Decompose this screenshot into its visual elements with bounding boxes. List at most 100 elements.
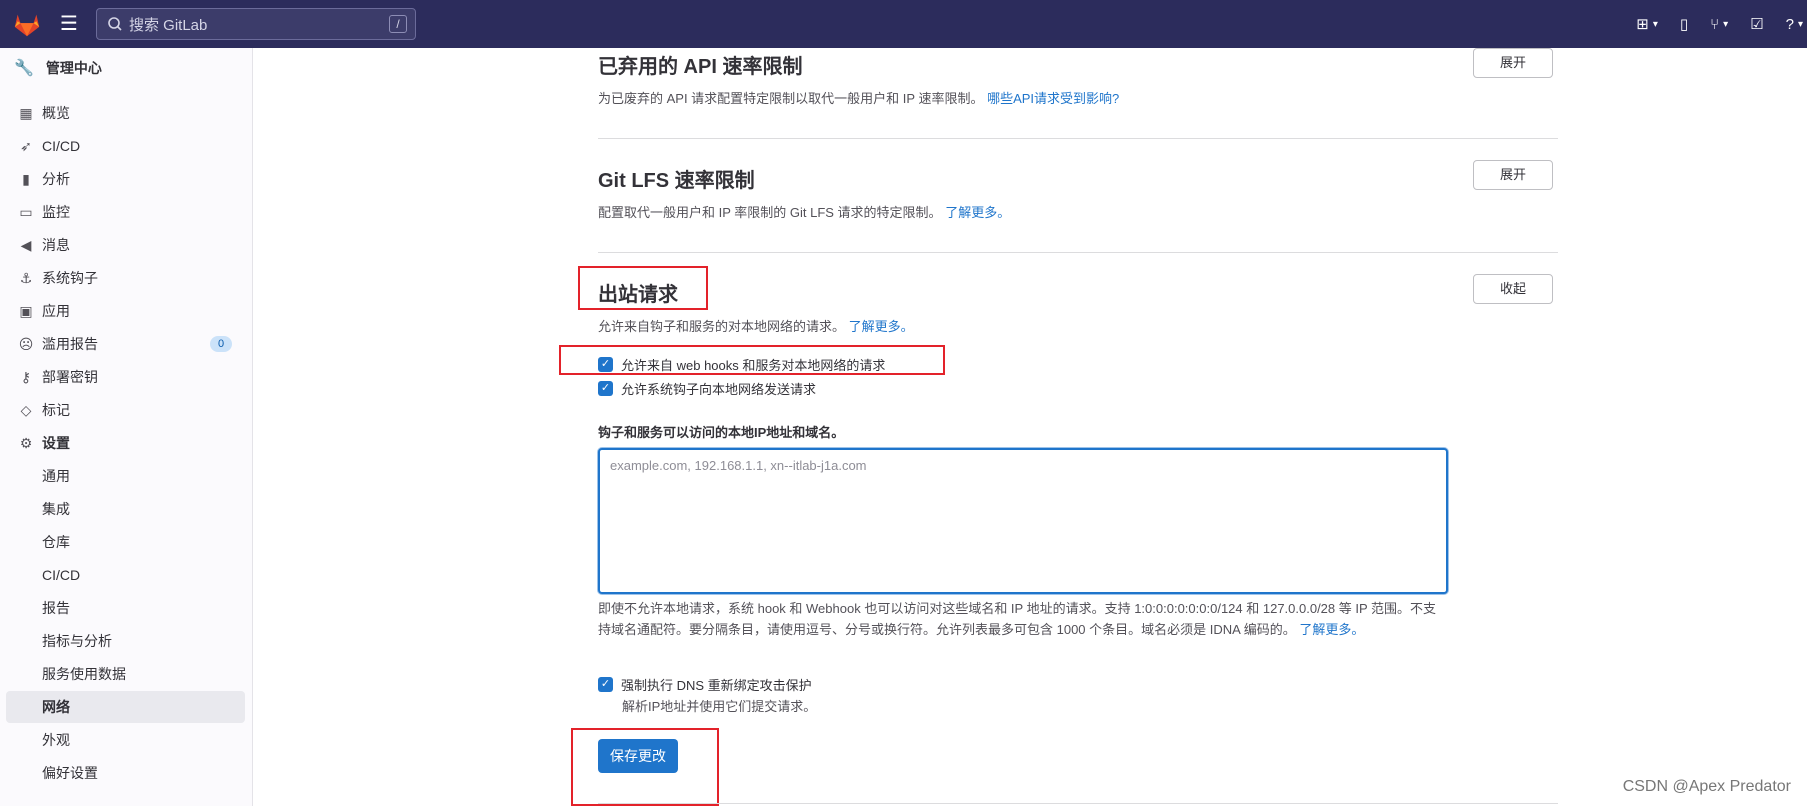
admin-sidebar: 🔧 管理中心 ▦ 概览 ➶ CI/CD ▮ 分析 ▭ 监控 ◀ 消息 ⚓ 系统钩子 ▣ 应用 … (0, 48, 253, 806)
chevron-down-icon: ▾ (1652, 18, 1658, 30)
chevron-down-icon: ▾ (1723, 18, 1729, 30)
sidebar-item-monitoring[interactable]: ▭ 监控 (18, 200, 70, 224)
search-placeholder: 搜索 GitLab (129, 16, 208, 34)
key-icon: ⚷ (20, 369, 32, 385)
sidebar-item-label: CI/CD (42, 138, 81, 154)
chevron-down-icon: ▾ (1797, 18, 1803, 30)
git-lfs-desc: 配置取代一般用户和 IP 率限制的 Git LFS 请求的特定限制。 了解更多。 (598, 202, 1010, 221)
collapse-outbound-button[interactable]: 收起 (1473, 274, 1553, 304)
search-input[interactable]: 搜索 GitLab / (96, 8, 416, 40)
annotation-highlight-box (571, 728, 719, 806)
sidebar-item-label: 设置 (42, 435, 70, 451)
checkbox-label: 强制执行 DNS 重新绑定攻击保护 (621, 678, 812, 693)
monitor-icon: ▭ (19, 204, 33, 220)
create-new-button[interactable]: ⊞ ▾ (1636, 15, 1658, 33)
tag-icon: ◇ (20, 402, 32, 418)
deprecated-api-title: 已弃用的 API 速率限制 (598, 56, 803, 78)
todo-check-icon: ☑ (1750, 16, 1764, 33)
gitlab-logo-icon[interactable] (12, 9, 42, 39)
deprecated-api-desc: 为已废弃的 API 请求配置特定限制以取代一般用户和 IP 速率限制。 哪些AP… (598, 88, 1119, 107)
sidebar-item-abuse-reports[interactable]: ☹ 滥用报告 (18, 332, 98, 356)
checkbox-label: 允许系统钩子向本地网络发送请求 (621, 382, 817, 397)
watermark-text: CSDN @Apex Predator (1622, 778, 1791, 795)
sidebar-item-label: 滥用报告 (42, 336, 98, 352)
sidebar-sub-integrations[interactable]: 集成 (42, 497, 70, 521)
sidebar-item-label: 系统钩子 (42, 270, 98, 286)
admin-area-header[interactable]: 🔧 管理中心 (14, 58, 102, 78)
sidebar-item-label: 消息 (42, 237, 70, 253)
annotation-highlight-box (559, 345, 945, 375)
sidebar-item-overview[interactable]: ▦ 概览 (18, 101, 70, 125)
help-button[interactable]: ? ▾ (1786, 16, 1803, 33)
expand-deprecated-button[interactable]: 展开 (1473, 48, 1553, 78)
sidebar-item-settings[interactable]: ⚙ 设置 (18, 431, 70, 455)
sidebar-sub-metrics[interactable]: 指标与分析 (42, 629, 112, 653)
search-shortcut-hint: / (389, 15, 407, 33)
todos-button[interactable]: ☑ (1750, 15, 1763, 33)
deprecated-api-link[interactable]: 哪些API请求受到影响? (987, 91, 1119, 106)
sidebar-sub-appearance[interactable]: 外观 (42, 728, 70, 752)
git-lfs-learn-more-link[interactable]: 了解更多。 (945, 205, 1010, 220)
admin-title: 管理中心 (45, 60, 102, 76)
help-icon: ? (1785, 15, 1794, 33)
allowlist-learn-more-link[interactable]: 了解更多。 (1299, 622, 1364, 637)
sidebar-item-label: 分析 (42, 171, 70, 187)
main-content: 已弃用的 API 速率限制 为已废弃的 API 请求配置特定限制以取代一般用户和… (253, 48, 1807, 806)
overview-icon: ▦ (19, 105, 33, 121)
issues-button[interactable]: ▯ (1680, 15, 1688, 33)
sidebar-sub-repository[interactable]: 仓库 (42, 530, 70, 554)
section-divider (598, 138, 1558, 139)
dns-rebinding-protection-checkbox[interactable]: ✓ 强制执行 DNS 重新绑定攻击保护 (598, 675, 812, 694)
sidebar-item-messages[interactable]: ◀ 消息 (18, 233, 70, 257)
outbound-learn-more-link[interactable]: 了解更多。 (849, 319, 914, 334)
git-lfs-title: Git LFS 速率限制 (598, 170, 755, 192)
sidebar-item-label: 部署密钥 (42, 369, 98, 385)
chart-icon: ▮ (22, 171, 30, 187)
plus-square-icon: ⊞ (1636, 16, 1649, 33)
sidebar-item-applications[interactable]: ▣ 应用 (18, 299, 70, 323)
git-lfs-desc-text: 配置取代一般用户和 IP 率限制的 Git LFS 请求的特定限制。 (598, 205, 942, 220)
anchor-icon: ⚓ (19, 270, 33, 286)
annotation-highlight-box (578, 266, 708, 310)
section-divider (598, 803, 1558, 804)
rocket-icon: ➶ (20, 138, 32, 154)
sidebar-item-label: 标记 (42, 402, 70, 418)
merge-request-icon: ⑂ (1710, 15, 1720, 33)
issues-icon: ▯ (1679, 16, 1689, 33)
section-divider (598, 252, 1558, 253)
expand-git-lfs-button[interactable]: 展开 (1473, 160, 1553, 190)
sidebar-sub-reporting[interactable]: 报告 (42, 596, 70, 620)
merge-requests-button[interactable]: ⑂ ▾ (1710, 16, 1728, 33)
top-navigation-bar: ☰ 搜索 GitLab / ⊞ ▾ ▯ ⑂ ▾ ☑ ? ▾ (0, 0, 1807, 48)
sidebar-item-analytics[interactable]: ▮ 分析 (18, 167, 70, 191)
gear-icon: ⚙ (19, 435, 33, 451)
sidebar-sub-network[interactable]: 网络 (6, 691, 245, 723)
sidebar-sub-general[interactable]: 通用 (42, 464, 70, 488)
dns-help-text: 解析IP地址并使用它们提交请求。 (622, 699, 817, 714)
apps-icon: ▣ (19, 303, 33, 319)
abuse-count-badge: 0 (210, 336, 232, 352)
deprecated-api-desc-text: 为已废弃的 API 请求配置特定限制以取代一般用户和 IP 速率限制。 (598, 91, 984, 106)
megaphone-icon: ◀ (20, 237, 32, 253)
checkbox-checked-icon: ✓ (598, 381, 613, 396)
allowlist-label: 钩子和服务可以访问的本地IP地址和域名。 (598, 425, 845, 440)
sidebar-item-label: 概览 (42, 105, 70, 121)
topbar-actions: ⊞ ▾ ▯ ⑂ ▾ ☑ ? ▾ (1636, 0, 1807, 48)
sidebar-item-cicd[interactable]: ➶ CI/CD (18, 134, 80, 158)
sidebar-sub-service-usage[interactable]: 服务使用数据 (42, 662, 126, 686)
sidebar-item-deploy-keys[interactable]: ⚷ 部署密钥 (18, 365, 98, 389)
outbound-requests-desc: 允许来自钩子和服务的对本地网络的请求。 了解更多。 (598, 316, 914, 335)
sidebar-item-labels[interactable]: ◇ 标记 (18, 398, 70, 422)
checkbox-checked-icon: ✓ (598, 677, 613, 692)
allowlist-help: 即使不允许本地请求，系统 hook 和 Webhook 也可以访问对这些域名和 … (598, 598, 1448, 640)
sidebar-sub-preferences[interactable]: 偏好设置 (42, 761, 98, 785)
sidebar-item-label: 监控 (42, 204, 70, 220)
sidebar-sub-cicd[interactable]: CI/CD (42, 563, 80, 587)
outbound-desc-text: 允许来自钩子和服务的对本地网络的请求。 (598, 319, 846, 334)
allow-system-hooks-local-checkbox[interactable]: ✓ 允许系统钩子向本地网络发送请求 (598, 379, 816, 398)
search-icon (108, 17, 122, 31)
menu-icon[interactable]: ☰ (60, 14, 80, 34)
sidebar-item-label: 应用 (42, 303, 70, 319)
sidebar-item-system-hooks[interactable]: ⚓ 系统钩子 (18, 266, 98, 290)
allowlist-textarea[interactable]: example.com, 192.168.1.1, xn--itlab-j1a.… (598, 448, 1448, 594)
